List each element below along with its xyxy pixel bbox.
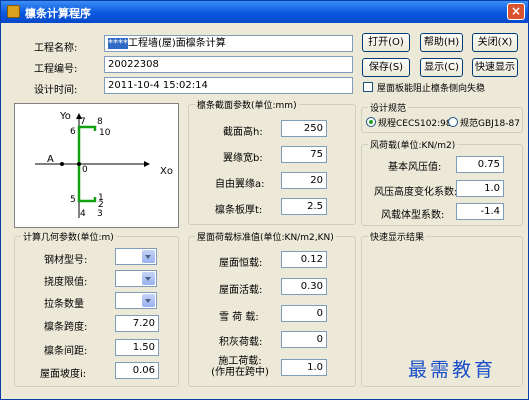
x-axis-label: Xo xyxy=(160,166,173,177)
purlin-span-input[interactable]: 7.20 xyxy=(115,315,159,332)
plate-thickness-label: 檩条板厚t: xyxy=(215,205,263,216)
plate-thickness-input[interactable]: 2.5 xyxy=(281,198,327,215)
ash-load-label: 积灰荷载: xyxy=(219,337,263,348)
x-axis-arrow-icon xyxy=(144,161,150,167)
roof-loads-group: 屋面荷载标准值(单位:KN/m2,KN) 屋面恒载: 0.12 屋面活载: 0.… xyxy=(188,230,356,387)
lateral-restraint-checkbox[interactable] xyxy=(363,82,373,92)
live-load-label: 屋面活载: xyxy=(219,285,263,296)
design-time-label: 设计时间: xyxy=(34,85,78,96)
tie-count-label: 拉条数量 xyxy=(44,299,84,310)
basic-wind-input[interactable]: 0.75 xyxy=(456,156,504,173)
flange-width-label: 翼缘宽b: xyxy=(223,153,263,164)
quick-results-title: 快速显示结果 xyxy=(368,230,427,243)
quick-display-button[interactable]: 快速显示 xyxy=(472,58,518,77)
design-code-title: 设计规范 xyxy=(368,101,409,114)
y-axis-label: Yo xyxy=(60,111,71,122)
app-icon xyxy=(7,5,20,18)
point-2-label: 2 xyxy=(98,200,104,210)
lip-width-label: 自由翼缘a: xyxy=(215,179,265,190)
close-button[interactable]: 关闭(X) xyxy=(472,33,518,52)
point-7-label: 7 xyxy=(80,117,86,127)
height-coef-input[interactable]: 1.0 xyxy=(456,180,504,197)
ash-load-input[interactable]: 0 xyxy=(281,331,327,348)
section-height-label: 截面高h: xyxy=(223,127,263,138)
save-button[interactable]: 保存(S) xyxy=(362,58,410,77)
construction-load-label: 施工荷载: (作用在跨中) xyxy=(201,356,279,378)
design-time-input[interactable]: 2011-10-4 15:02:14 xyxy=(104,77,353,94)
point-a-dot xyxy=(60,162,64,166)
point-5-label: 5 xyxy=(70,195,76,205)
code-gbj-label: 规范GBJ18-87 xyxy=(460,119,520,129)
calc-params-title: 计算几何参数(单位:m) xyxy=(21,230,116,243)
display-button[interactable]: 显示(C) xyxy=(420,58,463,77)
basic-wind-label: 基本风压值: xyxy=(388,162,442,173)
project-name-label: 工程名称: xyxy=(34,43,78,54)
deflection-limit-label: 挠度限值: xyxy=(44,277,88,288)
roof-slope-label: 屋面坡度i: xyxy=(40,369,87,380)
calc-params-group: 计算几何参数(单位:m) 钢材型号: 挠度限值: 拉条数量 檩条跨度: 7.20… xyxy=(14,230,179,387)
construction-load-label-line1: 施工荷载: xyxy=(218,356,262,367)
construction-load-input[interactable]: 1.0 xyxy=(281,359,327,376)
point-3-label: 3 xyxy=(97,209,103,219)
chevron-down-icon[interactable] xyxy=(142,272,155,285)
code-cecs-radio[interactable] xyxy=(366,117,376,127)
snow-load-label: 雪 荷 载: xyxy=(219,312,259,323)
section-params-group: 檩条截面参数(单位:mm) 截面高h: 250 翼缘宽b: 75 自由翼缘a: … xyxy=(188,98,356,225)
code-gbj-radio[interactable] xyxy=(448,117,458,127)
point-6-label: 6 xyxy=(70,127,76,137)
height-coef-label: 风压高度变化系数: xyxy=(374,187,458,198)
steel-grade-label: 钢材型号: xyxy=(44,255,88,266)
dead-load-label: 屋面恒载: xyxy=(219,258,263,269)
section-height-input[interactable]: 250 xyxy=(281,120,327,137)
live-load-input[interactable]: 0.30 xyxy=(281,278,327,295)
point-8-label: 8 xyxy=(97,117,103,127)
flange-width-input[interactable]: 75 xyxy=(281,146,327,163)
purlin-spacing-input[interactable]: 1.50 xyxy=(115,339,159,356)
chevron-down-icon[interactable] xyxy=(142,294,155,307)
point-a-label: A xyxy=(47,154,54,165)
construction-load-label-line2: (作用在跨中) xyxy=(211,367,269,378)
point-10-label: 10 xyxy=(99,128,111,138)
snow-load-input[interactable]: 0 xyxy=(281,305,327,322)
help-button[interactable]: 帮助(H) xyxy=(420,33,463,52)
title-bar: 檩条计算程序 × xyxy=(1,1,528,23)
wind-load-group: 风荷载(单位:KN/m2) 基本风压值: 0.75 风压高度变化系数: 1.0 … xyxy=(361,138,523,226)
purlin-span-label: 檩条跨度: xyxy=(44,322,88,333)
shape-coef-label: 风载体型系数: xyxy=(381,210,445,221)
project-number-input[interactable]: 20022308 xyxy=(104,56,353,73)
close-icon[interactable]: × xyxy=(511,4,521,18)
roof-slope-input[interactable]: 0.06 xyxy=(115,362,159,379)
window-title: 檩条计算程序 xyxy=(25,7,91,20)
point-4-label: 4 xyxy=(80,209,86,219)
project-number-label: 工程编号: xyxy=(34,64,78,75)
purlin-spacing-label: 檩条间距: xyxy=(44,346,88,357)
close-window-button[interactable]: × xyxy=(507,3,525,20)
project-name-input[interactable]: ****工程墙(屋)面檩条计算 xyxy=(104,35,353,52)
chevron-down-icon[interactable] xyxy=(142,250,155,263)
project-name-selected-text: **** xyxy=(108,38,128,49)
wind-load-title: 风荷载(单位:KN/m2) xyxy=(368,138,458,151)
open-button[interactable]: 打开(O) xyxy=(362,33,410,52)
deflection-limit-select[interactable] xyxy=(115,270,157,287)
lateral-restraint-label: 屋面板能阻止檩条侧向失稳 xyxy=(377,84,486,94)
app-window: 檩条计算程序 × 工程名称: ****工程墙(屋)面檩条计算 工程编号: 200… xyxy=(0,0,529,400)
roof-loads-title: 屋面荷载标准值(单位:KN/m2,KN) xyxy=(195,230,336,243)
watermark-text: 最需教育 xyxy=(408,359,497,381)
origin-label: 0 xyxy=(82,165,88,175)
design-code-group: 设计规范 规程CECS102:98 规范GBJ18-87 xyxy=(361,101,523,133)
code-cecs-label: 规程CECS102:98 xyxy=(378,119,452,129)
origin-point xyxy=(77,162,81,166)
tie-count-select[interactable] xyxy=(115,292,157,309)
dead-load-input[interactable]: 0.12 xyxy=(281,251,327,268)
section-diagram: Yo Xo 0 A 7 8 6 10 5 4 3 1 2 xyxy=(14,103,179,228)
project-name-text: 工程墙(屋)面檩条计算 xyxy=(128,38,226,49)
section-params-title: 檩条截面参数(单位:mm) xyxy=(195,98,299,111)
lip-width-input[interactable]: 20 xyxy=(281,172,327,189)
steel-grade-select[interactable] xyxy=(115,248,157,265)
shape-coef-input[interactable]: -1.4 xyxy=(456,203,504,220)
client-area: 工程名称: ****工程墙(屋)面檩条计算 工程编号: 20022308 设计时… xyxy=(5,25,524,395)
